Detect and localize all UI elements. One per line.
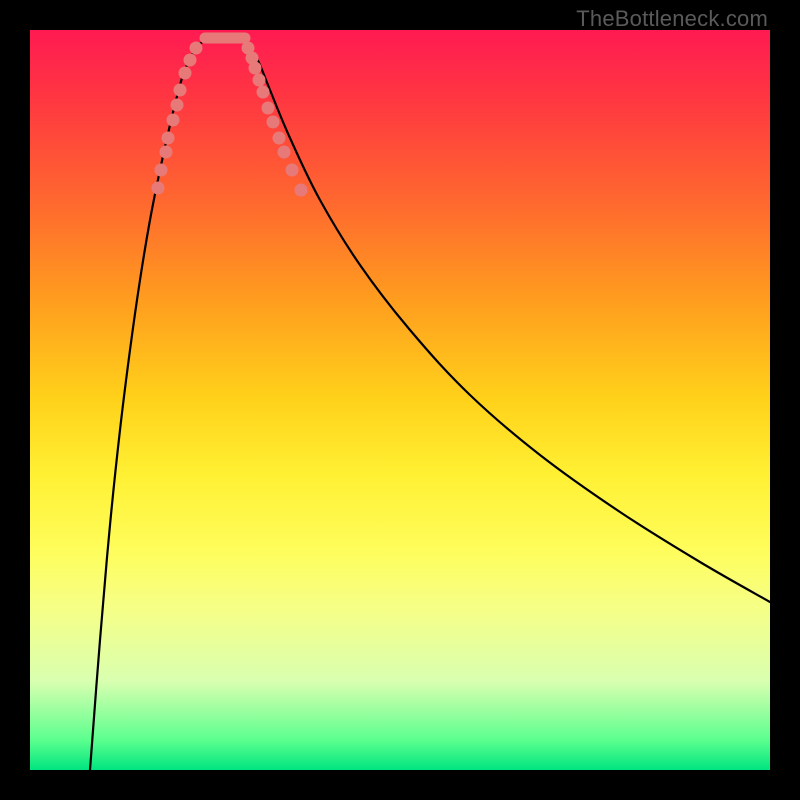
data-dot — [267, 116, 280, 129]
data-dot — [152, 182, 165, 195]
data-dot — [171, 99, 184, 112]
data-dot — [262, 102, 275, 115]
data-dot — [249, 62, 262, 75]
plot-area — [30, 30, 770, 770]
data-dot — [273, 132, 286, 145]
data-dot — [167, 114, 180, 127]
data-dot — [155, 164, 168, 177]
data-dot — [278, 146, 291, 159]
curve-left-branch — [90, 38, 210, 770]
curve-right-branch — [240, 38, 770, 602]
data-dot — [160, 146, 173, 159]
data-dot — [286, 164, 299, 177]
scatter-dots-right — [242, 42, 308, 197]
watermark-text: TheBottleneck.com — [576, 6, 768, 32]
data-dot — [257, 86, 270, 99]
data-dot — [162, 132, 175, 145]
data-dot — [295, 184, 308, 197]
chart-svg — [30, 30, 770, 770]
scatter-dots-left — [152, 42, 203, 195]
data-dot — [179, 67, 192, 80]
data-dot — [174, 84, 187, 97]
data-dot — [184, 54, 197, 67]
data-dot — [253, 74, 266, 87]
chart-frame: TheBottleneck.com — [0, 0, 800, 800]
data-dot — [190, 42, 203, 55]
